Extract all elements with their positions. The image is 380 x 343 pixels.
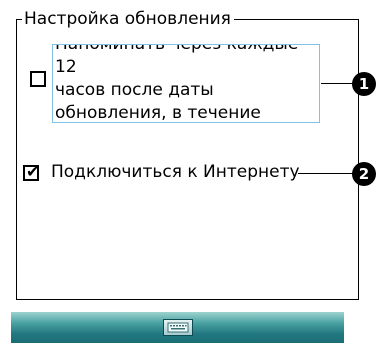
remind-text-field[interactable]: Напоминать через каждые 12 часов после д… xyxy=(52,44,320,123)
callout-marker-2: 2 xyxy=(352,162,376,186)
remind-checkbox[interactable] xyxy=(30,71,46,87)
connect-label[interactable]: Подключиться к Интернету xyxy=(51,160,300,184)
checkmark-icon: ✔ xyxy=(26,162,40,181)
connect-checkbox[interactable]: ✔ xyxy=(23,162,40,181)
taskbar xyxy=(11,312,344,343)
group-title: Настройка обновления xyxy=(22,8,234,30)
callout-line-2 xyxy=(298,173,355,174)
callout-line-1 xyxy=(321,83,355,84)
callout-marker-1: 1 xyxy=(352,72,376,96)
keyboard-icon[interactable] xyxy=(163,319,193,336)
remind-text: Напоминать через каждые 12 часов после д… xyxy=(55,44,299,123)
